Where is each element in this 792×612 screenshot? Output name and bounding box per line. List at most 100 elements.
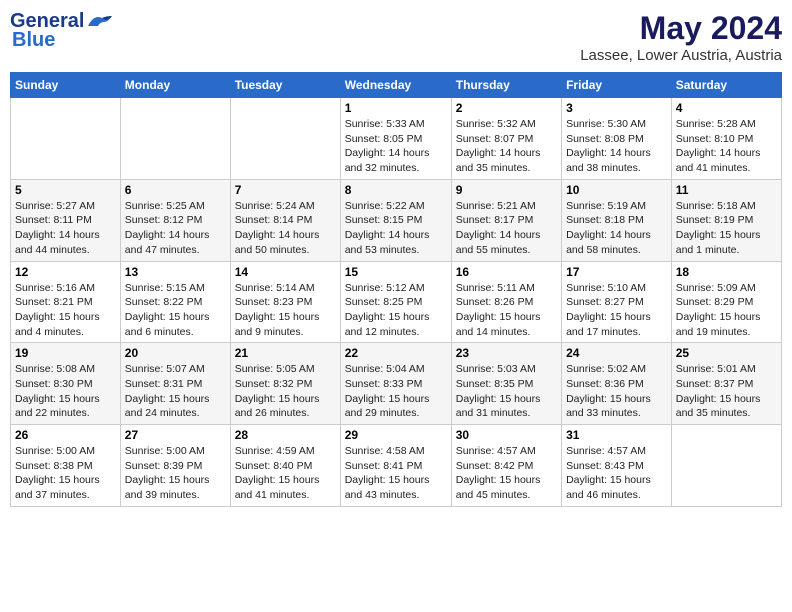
- day-info: Sunrise: 5:22 AM Sunset: 8:15 PM Dayligh…: [345, 199, 447, 258]
- day-info: Sunrise: 5:30 AM Sunset: 8:08 PM Dayligh…: [566, 117, 667, 176]
- calendar-day-cell: 20 Sunrise: 5:07 AM Sunset: 8:31 PM Dayli…: [120, 343, 230, 425]
- calendar-day-cell: 14Sunrise: 5:14 AM Sunset: 8:23 PM Dayli…: [230, 261, 340, 343]
- calendar-day-cell: 2 Sunrise: 5:32 AM Sunset: 8:07 PM Daylig…: [451, 98, 561, 180]
- day-info: Sunrise: 4:58 AM Sunset: 8:41 PM Dayligh…: [345, 444, 447, 503]
- day-number: 3: [566, 101, 667, 115]
- day-number: 18: [676, 265, 777, 279]
- day-info: Sunrise: 5:09 AM Sunset: 8:29 PM Dayligh…: [676, 281, 777, 340]
- day-number: 21: [235, 346, 336, 360]
- day-info: Sunrise: 5:15 AM Sunset: 8:22 PM Dayligh…: [125, 281, 226, 340]
- day-number: 15: [345, 265, 447, 279]
- calendar-day-cell: 29 Sunrise: 4:58 AM Sunset: 8:41 PM Dayli…: [340, 425, 451, 507]
- day-info: Sunrise: 5:02 AM Sunset: 8:36 PM Dayligh…: [566, 362, 667, 421]
- calendar-day-cell: 7Sunrise: 5:24 AM Sunset: 8:14 PM Daylig…: [230, 179, 340, 261]
- day-number: 13: [125, 265, 226, 279]
- weekday-header: Wednesday: [340, 73, 451, 98]
- calendar-day-cell: 26 Sunrise: 5:00 AM Sunset: 8:38 PM Dayli…: [11, 425, 121, 507]
- day-info: Sunrise: 5:08 AM Sunset: 8:30 PM Dayligh…: [15, 362, 116, 421]
- day-info: Sunrise: 5:10 AM Sunset: 8:27 PM Dayligh…: [566, 281, 667, 340]
- day-number: 17: [566, 265, 667, 279]
- logo: General Blue: [10, 10, 114, 52]
- calendar-day-cell: 12Sunrise: 5:16 AM Sunset: 8:21 PM Dayli…: [11, 261, 121, 343]
- day-info: Sunrise: 5:04 AM Sunset: 8:33 PM Dayligh…: [345, 362, 447, 421]
- day-info: Sunrise: 5:12 AM Sunset: 8:25 PM Dayligh…: [345, 281, 447, 340]
- calendar-day-cell: 16 Sunrise: 5:11 AM Sunset: 8:26 PM Dayli…: [451, 261, 561, 343]
- calendar-day-cell: 18 Sunrise: 5:09 AM Sunset: 8:29 PM Dayli…: [671, 261, 781, 343]
- day-info: Sunrise: 5:33 AM Sunset: 8:05 PM Dayligh…: [345, 117, 447, 176]
- calendar-day-cell: [230, 98, 340, 180]
- day-number: 10: [566, 183, 667, 197]
- calendar-day-cell: 19 Sunrise: 5:08 AM Sunset: 8:30 PM Dayli…: [11, 343, 121, 425]
- calendar-day-cell: 17 Sunrise: 5:10 AM Sunset: 8:27 PM Dayli…: [562, 261, 672, 343]
- day-number: 31: [566, 428, 667, 442]
- title-block: May 2024 Lassee, Lower Austria, Austria: [580, 10, 782, 64]
- calendar-day-cell: 15 Sunrise: 5:12 AM Sunset: 8:25 PM Dayli…: [340, 261, 451, 343]
- calendar-day-cell: 23 Sunrise: 5:03 AM Sunset: 8:35 PM Dayli…: [451, 343, 561, 425]
- day-info: Sunrise: 4:57 AM Sunset: 8:42 PM Dayligh…: [456, 444, 557, 503]
- calendar-day-cell: 1 Sunrise: 5:33 AM Sunset: 8:05 PM Daylig…: [340, 98, 451, 180]
- calendar-week-row: 26 Sunrise: 5:00 AM Sunset: 8:38 PM Dayli…: [11, 425, 782, 507]
- calendar-day-cell: [11, 98, 121, 180]
- day-number: 23: [456, 346, 557, 360]
- calendar-day-cell: 9Sunrise: 5:21 AM Sunset: 8:17 PM Daylig…: [451, 179, 561, 261]
- day-number: 7: [235, 183, 336, 197]
- day-number: 6: [125, 183, 226, 197]
- day-info: Sunrise: 5:28 AM Sunset: 8:10 PM Dayligh…: [676, 117, 777, 176]
- calendar-day-cell: 31 Sunrise: 4:57 AM Sunset: 8:43 PM Dayli…: [562, 425, 672, 507]
- day-number: 4: [676, 101, 777, 115]
- calendar-day-cell: 11 Sunrise: 5:18 AM Sunset: 8:19 PM Dayli…: [671, 179, 781, 261]
- day-number: 27: [125, 428, 226, 442]
- day-number: 28: [235, 428, 336, 442]
- day-number: 22: [345, 346, 447, 360]
- calendar-day-cell: 30 Sunrise: 4:57 AM Sunset: 8:42 PM Dayli…: [451, 425, 561, 507]
- day-number: 20: [125, 346, 226, 360]
- day-info: Sunrise: 5:07 AM Sunset: 8:31 PM Dayligh…: [125, 362, 226, 421]
- day-info: Sunrise: 5:11 AM Sunset: 8:26 PM Dayligh…: [456, 281, 557, 340]
- day-number: 19: [15, 346, 116, 360]
- day-number: 8: [345, 183, 447, 197]
- day-info: Sunrise: 5:32 AM Sunset: 8:07 PM Dayligh…: [456, 117, 557, 176]
- calendar-day-cell: 25Sunrise: 5:01 AM Sunset: 8:37 PM Dayli…: [671, 343, 781, 425]
- calendar-day-cell: 22 Sunrise: 5:04 AM Sunset: 8:33 PM Dayli…: [340, 343, 451, 425]
- weekday-header: Sunday: [11, 73, 121, 98]
- logo-blue: Blue: [12, 29, 55, 52]
- calendar-day-cell: 5 Sunrise: 5:27 AM Sunset: 8:11 PM Daylig…: [11, 179, 121, 261]
- calendar-week-row: 1 Sunrise: 5:33 AM Sunset: 8:05 PM Daylig…: [11, 98, 782, 180]
- page-header: General Blue May 2024 Lassee, Lower Aust…: [10, 10, 782, 64]
- day-number: 1: [345, 101, 447, 115]
- weekday-header: Saturday: [671, 73, 781, 98]
- day-info: Sunrise: 4:59 AM Sunset: 8:40 PM Dayligh…: [235, 444, 336, 503]
- day-info: Sunrise: 5:25 AM Sunset: 8:12 PM Dayligh…: [125, 199, 226, 258]
- day-number: 5: [15, 183, 116, 197]
- day-number: 2: [456, 101, 557, 115]
- day-info: Sunrise: 5:01 AM Sunset: 8:37 PM Dayligh…: [676, 362, 777, 421]
- weekday-header: Friday: [562, 73, 672, 98]
- day-info: Sunrise: 5:27 AM Sunset: 8:11 PM Dayligh…: [15, 199, 116, 258]
- day-number: 30: [456, 428, 557, 442]
- day-info: Sunrise: 4:57 AM Sunset: 8:43 PM Dayligh…: [566, 444, 667, 503]
- calendar-day-cell: 21Sunrise: 5:05 AM Sunset: 8:32 PM Dayli…: [230, 343, 340, 425]
- calendar-day-cell: 24 Sunrise: 5:02 AM Sunset: 8:36 PM Dayli…: [562, 343, 672, 425]
- calendar-day-cell: 13 Sunrise: 5:15 AM Sunset: 8:22 PM Dayli…: [120, 261, 230, 343]
- calendar-week-row: 5 Sunrise: 5:27 AM Sunset: 8:11 PM Daylig…: [11, 179, 782, 261]
- day-number: 26: [15, 428, 116, 442]
- day-info: Sunrise: 5:03 AM Sunset: 8:35 PM Dayligh…: [456, 362, 557, 421]
- calendar-day-cell: [671, 425, 781, 507]
- day-info: Sunrise: 5:00 AM Sunset: 8:38 PM Dayligh…: [15, 444, 116, 503]
- day-info: Sunrise: 5:16 AM Sunset: 8:21 PM Dayligh…: [15, 281, 116, 340]
- calendar-week-row: 12Sunrise: 5:16 AM Sunset: 8:21 PM Dayli…: [11, 261, 782, 343]
- page-subtitle: Lassee, Lower Austria, Austria: [580, 47, 782, 64]
- day-number: 11: [676, 183, 777, 197]
- day-info: Sunrise: 5:18 AM Sunset: 8:19 PM Dayligh…: [676, 199, 777, 258]
- logo-bird-icon: [86, 12, 114, 32]
- calendar-day-cell: 8 Sunrise: 5:22 AM Sunset: 8:15 PM Daylig…: [340, 179, 451, 261]
- day-number: 29: [345, 428, 447, 442]
- calendar-day-cell: 6 Sunrise: 5:25 AM Sunset: 8:12 PM Daylig…: [120, 179, 230, 261]
- day-info: Sunrise: 5:00 AM Sunset: 8:39 PM Dayligh…: [125, 444, 226, 503]
- calendar-table: SundayMondayTuesdayWednesdayThursdayFrid…: [10, 72, 782, 507]
- day-number: 16: [456, 265, 557, 279]
- day-info: Sunrise: 5:19 AM Sunset: 8:18 PM Dayligh…: [566, 199, 667, 258]
- day-number: 9: [456, 183, 557, 197]
- weekday-header: Thursday: [451, 73, 561, 98]
- day-number: 24: [566, 346, 667, 360]
